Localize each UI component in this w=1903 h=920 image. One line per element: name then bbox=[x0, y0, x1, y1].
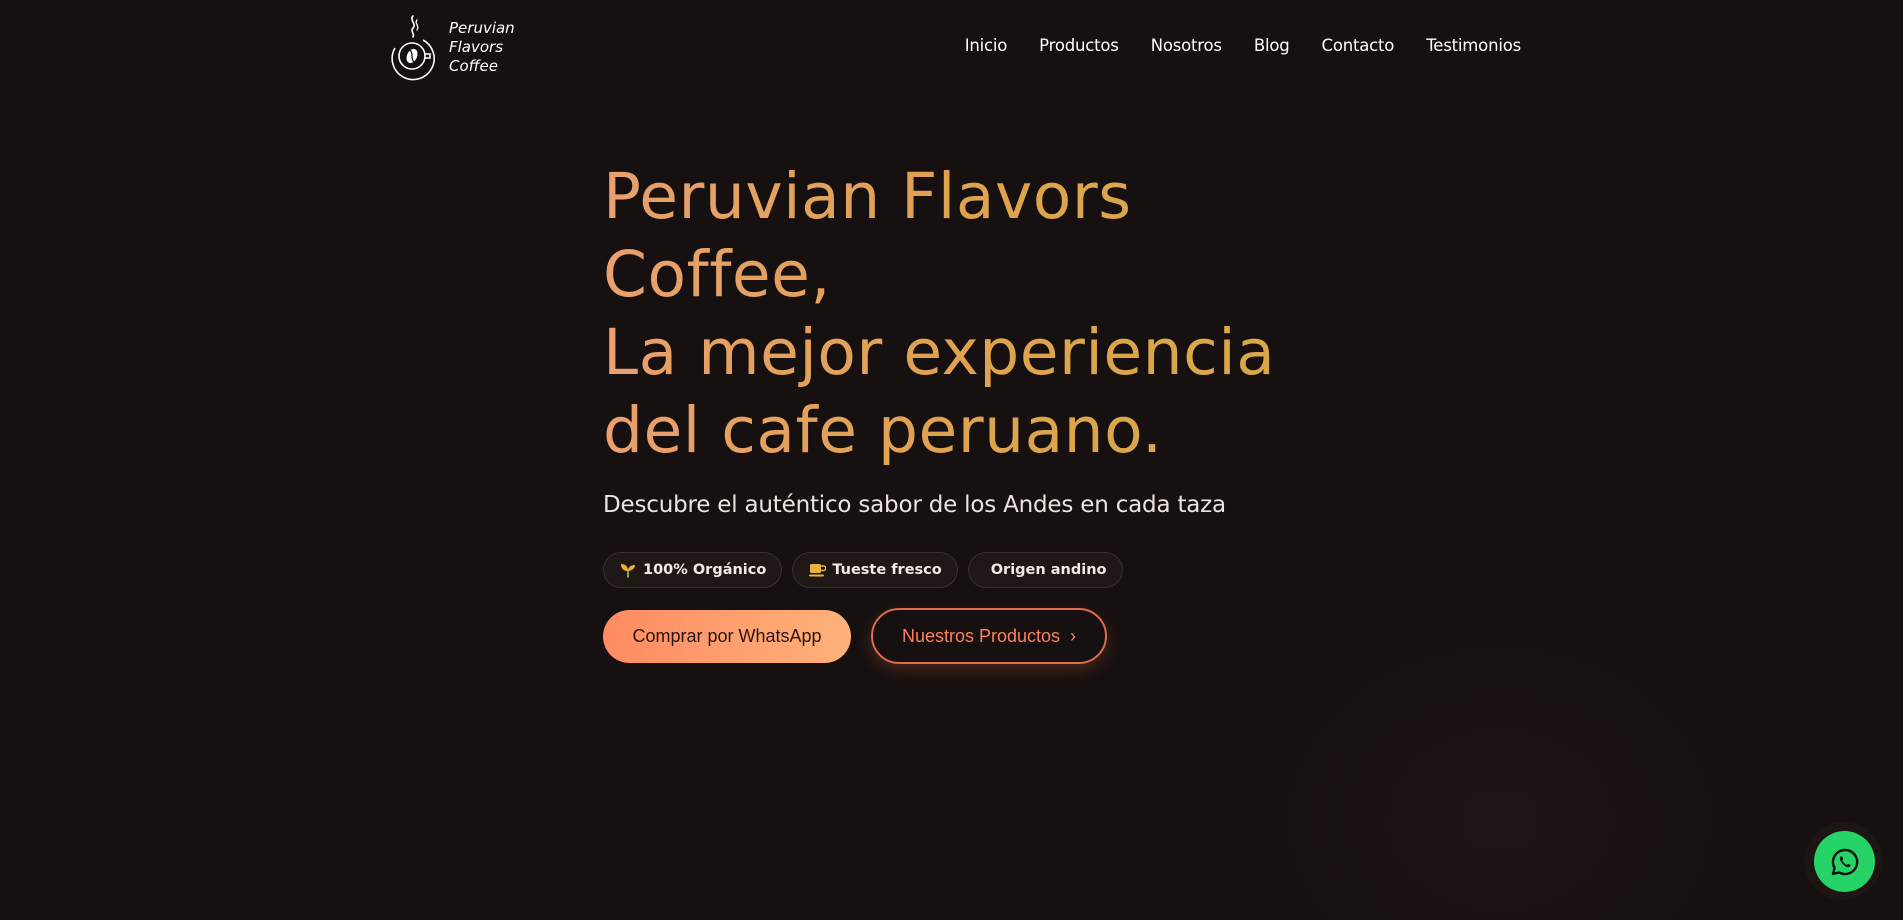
nav-item-blog[interactable]: Blog bbox=[1254, 36, 1290, 55]
nav-item-inicio[interactable]: Inicio bbox=[965, 36, 1008, 55]
our-products-button[interactable]: Nuestros Productos › bbox=[871, 608, 1107, 664]
brand-line-2: Flavors bbox=[449, 37, 504, 56]
hero-subtitle: Descubre el auténtico sabor de los Andes… bbox=[603, 492, 1226, 518]
our-products-label: Nuestros Productos bbox=[901, 625, 1061, 646]
page: Peruvian Flavors Coffee Inicio Productos… bbox=[0, 0, 1903, 920]
sprout-icon bbox=[621, 564, 635, 578]
brand-name: Peruvian Flavors Coffee bbox=[449, 19, 515, 76]
badge-fresh-roast: Tueste fresco bbox=[792, 552, 958, 588]
buy-whatsapp-button[interactable]: Comprar por WhatsApp bbox=[603, 609, 851, 663]
hero-section: Peruvian Flavors Coffee, La mejor experi… bbox=[603, 158, 1363, 664]
brand-line-3: Coffee bbox=[449, 56, 498, 75]
badge-fresh-roast-label: Tueste fresco bbox=[832, 562, 942, 578]
badge-andean-origin: Origen andino bbox=[967, 552, 1123, 588]
main-nav: Inicio Productos Nosotros Blog Contacto … bbox=[965, 36, 1522, 55]
hero-title-line-4: del cafe peruano. bbox=[603, 394, 1163, 467]
nav-item-testimonios[interactable]: Testimonios bbox=[1426, 36, 1521, 55]
hero-title-line-2: Coffee, bbox=[603, 238, 831, 311]
hero-ctas: Comprar por WhatsApp Nuestros Productos … bbox=[603, 608, 1363, 664]
nav-item-contacto[interactable]: Contacto bbox=[1322, 36, 1395, 55]
brand-logo[interactable]: Peruvian Flavors Coffee bbox=[383, 12, 515, 82]
chevron-right-icon: › bbox=[1070, 625, 1077, 646]
site-header: Peruvian Flavors Coffee Inicio Productos… bbox=[0, 0, 1903, 100]
hero-title: Peruvian Flavors Coffee, La mejor experi… bbox=[603, 158, 1363, 470]
coffee-cup-logo-icon bbox=[391, 15, 435, 81]
nav-item-productos[interactable]: Productos bbox=[1039, 36, 1119, 55]
nav-item-nosotros[interactable]: Nosotros bbox=[1151, 36, 1222, 55]
hero-title-line-3: La mejor experiencia bbox=[603, 316, 1276, 389]
feature-badges: 100% Orgánico Tueste fresco Origen andin… bbox=[603, 552, 1363, 588]
badge-organic-label: 100% Orgánico bbox=[643, 562, 767, 578]
badge-organic: 100% Orgánico bbox=[603, 552, 783, 588]
whatsapp-float-button[interactable] bbox=[1814, 831, 1875, 892]
hero-title-line-1: Peruvian Flavors bbox=[603, 160, 1132, 233]
coffee-cup-icon bbox=[809, 564, 827, 577]
brand-line-1: Peruvian bbox=[449, 18, 515, 37]
badge-andean-origin-label: Origen andino bbox=[990, 562, 1107, 578]
whatsapp-icon bbox=[1831, 848, 1858, 875]
